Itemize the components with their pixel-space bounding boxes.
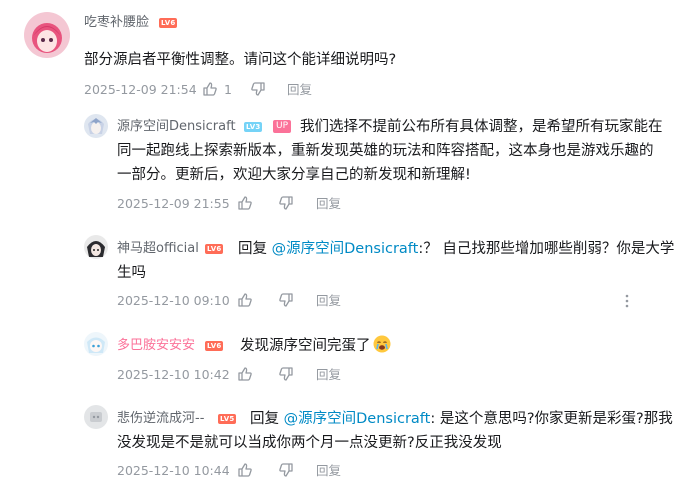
avatar-reply-3[interactable] xyxy=(84,332,108,356)
reply-button[interactable]: 回复 xyxy=(316,196,341,212)
avatar-reply-2[interactable] xyxy=(84,235,108,259)
reply-4-text-rest: : 是这个意思吗?你家更新是彩蛋?那我 xyxy=(430,411,673,427)
like-count: 1 xyxy=(224,82,232,97)
like-icon[interactable] xyxy=(237,292,253,308)
reply-3-text-body: 发现源序空间完蛋了 xyxy=(240,338,371,354)
reply-4-text-line-1: 回复 @源序空间Densicraft: 是这个意思吗?你家更新是彩蛋?那我 xyxy=(250,407,673,431)
reply-button[interactable]: 回复 xyxy=(316,367,341,383)
like-icon[interactable] xyxy=(237,366,253,382)
reply-1-text-line-1: 我们选择不提前公布所有具体调整，是希望所有玩家能在 xyxy=(300,119,663,135)
reply-3-time: 2025-12-10 10:42 xyxy=(117,367,230,382)
mention-link[interactable]: @源序空间Densicraft xyxy=(284,411,431,427)
like-icon[interactable] xyxy=(202,81,218,97)
level-badge: LV6 xyxy=(205,341,224,351)
reply-4-time: 2025-12-10 10:44 xyxy=(117,463,230,478)
reply-1-time: 2025-12-09 21:55 xyxy=(117,196,230,211)
avatar-reply-4[interactable] xyxy=(84,405,108,429)
reply-2-username[interactable]: 神马超official xyxy=(117,240,199,258)
level-badge: LV6 xyxy=(205,244,224,254)
reply-4-text-line-2: 没发现是不是就可以当成你两个月一点没更新?反正我没发现 xyxy=(117,435,502,451)
dislike-icon[interactable] xyxy=(278,195,294,211)
level-badge: LV5 xyxy=(218,414,237,424)
level-badge: LV6 xyxy=(159,18,178,28)
main-comment-text: 部分源启者平衡性调整。请问这个能详细说明吗? xyxy=(84,52,397,68)
main-comment-time: 2025-12-09 21:54 xyxy=(84,82,197,97)
more-vertical-icon[interactable] xyxy=(619,293,635,309)
reply-prefix: 回复 xyxy=(238,241,267,257)
crying-face-emoji xyxy=(373,335,391,353)
avatar-main[interactable] xyxy=(24,12,70,58)
reply-3-text: 发现源序空间完蛋了 xyxy=(240,334,391,358)
avatar-reply-1[interactable] xyxy=(84,114,108,138)
reply-prefix: 回复 xyxy=(250,411,279,427)
reply-4-username[interactable]: 悲伤逆流成河-- xyxy=(117,410,204,428)
like-icon[interactable] xyxy=(237,195,253,211)
dislike-icon[interactable] xyxy=(278,366,294,382)
dislike-icon[interactable] xyxy=(278,462,294,478)
dislike-icon[interactable] xyxy=(278,292,294,308)
reply-2-time: 2025-12-10 09:10 xyxy=(117,293,230,308)
dislike-icon[interactable] xyxy=(250,81,266,97)
reply-button[interactable]: 回复 xyxy=(316,463,341,479)
main-username[interactable]: 吃枣补腰脸 xyxy=(84,14,149,32)
reply-3-username[interactable]: 多巴胺安安安 xyxy=(117,337,195,355)
up-badge: UP xyxy=(273,120,292,133)
reply-1-text-line-3: 一部分。更新后，欢迎大家分享自己的新发现和新理解! xyxy=(117,167,471,183)
mention-link[interactable]: @源序空间Densicraft xyxy=(272,241,419,257)
reply-2-text-rest: :？ 自己找那些增加哪些削弱？你是大学 xyxy=(418,241,675,257)
reply-button[interactable]: 回复 xyxy=(316,293,341,309)
reply-1-username[interactable]: 源序空间Densicraft xyxy=(117,118,236,136)
reply-2-text-line-2: 生吗 xyxy=(117,265,146,281)
reply-1-text-line-2: 同一起跑线上探索新版本，重新发现英雄的玩法和阵容搭配，这本身也是游戏乐趣的 xyxy=(117,143,654,159)
reply-2-text-line-1: 回复 @源序空间Densicraft:？ 自己找那些增加哪些削弱？你是大学 xyxy=(238,237,674,261)
like-icon[interactable] xyxy=(237,462,253,478)
level-badge: LV3 xyxy=(244,122,263,132)
reply-button[interactable]: 回复 xyxy=(287,82,312,98)
